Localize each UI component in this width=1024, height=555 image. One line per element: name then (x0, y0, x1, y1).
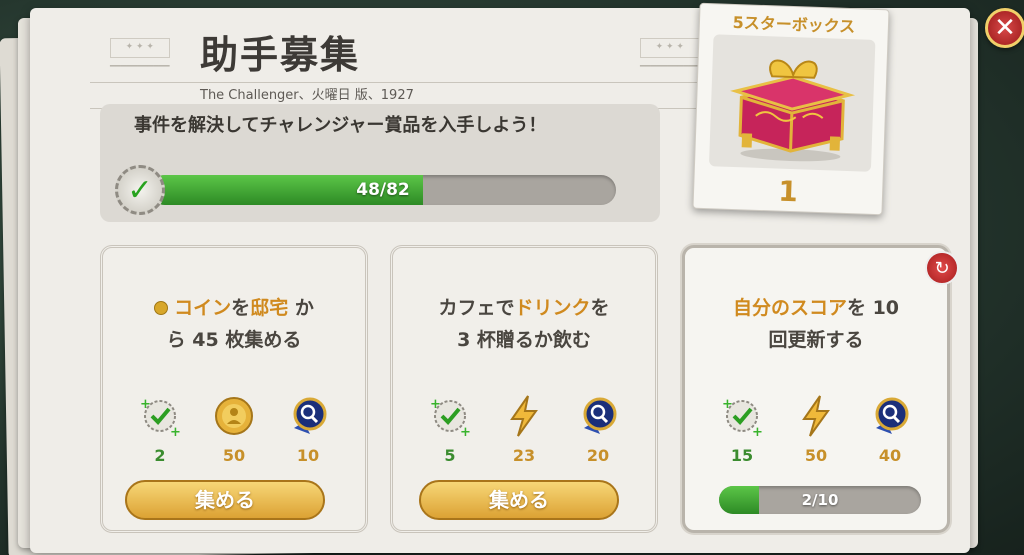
reward-badge-value: 20 (586, 446, 610, 465)
task-text-line2: 回更新する (768, 329, 864, 351)
reward-badge-value: 40 (878, 446, 902, 465)
page-subtitle: The Challenger、火曜日 版、1927 (200, 88, 414, 103)
reward-coins-value: 50 (222, 446, 246, 465)
lightning-icon (510, 395, 538, 437)
close-button[interactable]: ✕ (985, 8, 1024, 48)
task-text-line2: 3 杯贈るか飲む (457, 329, 591, 351)
reward-coins: 50 (206, 394, 262, 465)
reward-badge-value: 10 (296, 446, 320, 465)
svg-text:+: + (430, 397, 441, 412)
reward-checks-value: 5 (444, 446, 456, 465)
reward-energy: 50 (788, 394, 844, 465)
reward-title: 5スターボックス (732, 12, 856, 37)
task-text-part: カフェで (438, 297, 515, 319)
refresh-button[interactable]: ↻ (925, 251, 959, 285)
task-progress-text: 2/10 (801, 491, 839, 509)
svg-text:+: + (170, 425, 181, 438)
task-rewards: + + 5 23 20 (393, 394, 655, 465)
task-text-line2: ら 45 枚集める (166, 329, 302, 351)
check-plus-icon: ++ (140, 397, 181, 440)
task-card-coins: コインを邸宅 か ら 45 枚集める + + 2 50 10 集める (100, 245, 368, 533)
gift-box-icon (730, 59, 856, 162)
collect-button[interactable]: 集める (125, 480, 325, 520)
task-card-score: ↻ 自分のスコアを 10 回更新する + + 15 50 40 2/10 (682, 245, 959, 533)
reward-checks-value: 2 (154, 446, 166, 465)
reward-energy-value: 50 (804, 446, 828, 465)
magnifier-badge-icon (583, 397, 617, 434)
check-plus-icon: ++ (722, 397, 763, 440)
svg-text:+: + (722, 397, 733, 412)
reward-energy-value: 23 (512, 446, 536, 465)
reward-badge: 10 (280, 394, 336, 465)
page-title: 助手募集 (200, 33, 361, 77)
task-text-part: を (231, 297, 251, 319)
task-progress-bar: 2/10 (719, 486, 921, 514)
masthead-decoration-right: ✦ ✦ ✦ ━━━━━━━━━━━ (640, 38, 700, 73)
magnifier-badge-icon (875, 397, 909, 434)
reward-energy: 23 (496, 394, 552, 465)
coin-icon (154, 301, 169, 315)
reward-badge: 40 (862, 394, 918, 465)
reward-card[interactable]: 5スターボックス 1 (692, 2, 890, 216)
check-plus-icon: ++ (430, 397, 471, 440)
reward-count: 1 (777, 174, 799, 209)
task-text-part: を (590, 297, 610, 319)
svg-text:+: + (460, 425, 471, 438)
reward-badge: 20 (570, 394, 626, 465)
header-rule (90, 82, 700, 83)
task-rewards: + + 15 50 40 (685, 394, 947, 465)
reward-checks: + + 2 (132, 394, 188, 465)
task-card-drinks: カフェでドリンクを 3 杯贈るか飲む + + 5 23 20 集める (390, 245, 658, 533)
task-highlight: コイン (174, 297, 232, 319)
task-rewards: + + 2 50 10 (103, 394, 365, 465)
svg-text:+: + (752, 425, 763, 438)
mission-progress-bar: 48/82 (150, 175, 616, 205)
task-description: コインを邸宅 か ら 45 枚集める (103, 292, 365, 356)
reward-checks: + + 15 (714, 394, 770, 465)
close-icon: ✕ (994, 13, 1016, 43)
task-description: 自分のスコアを 10 回更新する (685, 292, 947, 356)
reward-checks: + + 5 (422, 394, 478, 465)
coin-icon (215, 397, 253, 435)
lightning-icon (802, 395, 830, 437)
mission-text: 事件を解決してチャレンジャー賞品を入手しよう！ (134, 115, 547, 136)
task-highlight: 自分のスコア (732, 297, 847, 319)
magnifier-badge-icon (293, 397, 327, 434)
task-text-part: を 10 (846, 297, 900, 319)
task-highlight: ドリンク (514, 297, 591, 319)
refresh-icon: ↻ (934, 257, 950, 279)
check-badge-icon: ✓ (115, 165, 165, 215)
reward-checks-value: 15 (730, 446, 754, 465)
task-text-part: か (288, 297, 314, 319)
masthead-decoration-left: ✦ ✦ ✦ ━━━━━━━━━━━ (110, 38, 170, 73)
reward-image (708, 34, 876, 172)
mission-progress-text: 48/82 (356, 180, 410, 200)
collect-button[interactable]: 集める (419, 480, 619, 520)
task-highlight: 邸宅 (250, 297, 289, 319)
task-description: カフェでドリンクを 3 杯贈るか飲む (393, 292, 655, 356)
svg-text:+: + (140, 397, 151, 412)
